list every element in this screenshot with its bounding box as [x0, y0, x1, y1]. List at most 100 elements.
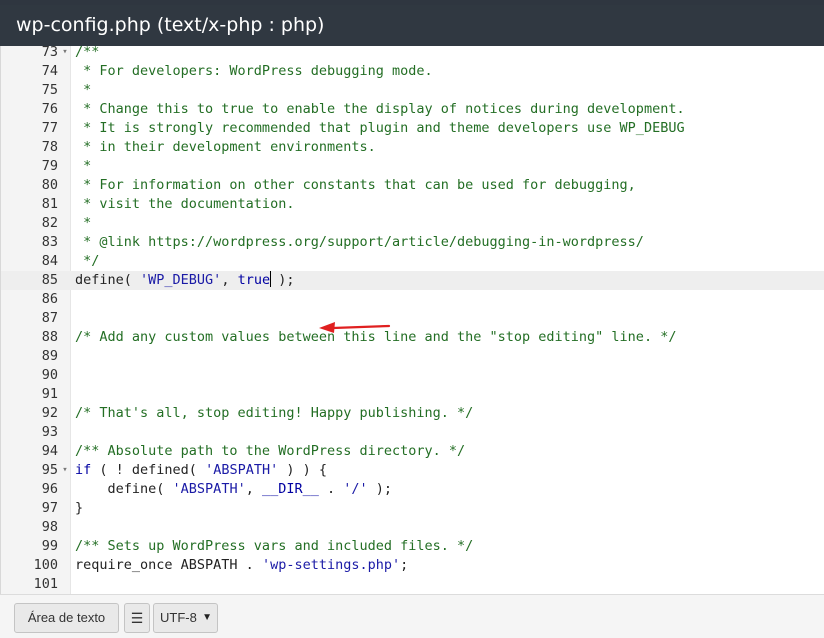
code-text: if ( ! defined( 'ABSPATH' ) ) {	[75, 461, 327, 480]
red-arrow-annotation	[319, 322, 391, 333]
code-text: * visit the documentation.	[75, 195, 294, 214]
code-token: *	[75, 82, 92, 98]
editor-footer-bar: Área de texto ☰ UTF-8 ▼	[0, 594, 824, 638]
code-line[interactable]: 86	[1, 290, 824, 309]
encoding-select[interactable]: UTF-8 ▼	[153, 603, 218, 633]
code-line[interactable]: 88/* Add any custom values between this …	[1, 328, 824, 347]
code-token: ,	[245, 481, 262, 497]
code-line[interactable]: 95 ▾ if ( ! defined( 'ABSPATH' ) ) {	[1, 461, 824, 480]
line-number: 100	[33, 557, 58, 573]
code-line[interactable]: 100 require_once ABSPATH . 'wp-settings.p…	[1, 556, 824, 575]
code-text: define( 'WP_DEBUG', true );	[75, 271, 294, 290]
line-number: 78	[41, 139, 58, 155]
code-token: /**	[75, 46, 100, 60]
code-line[interactable]: 80 * For information on other constants …	[1, 176, 824, 195]
code-token: ( ! defined(	[91, 462, 206, 478]
code-line[interactable]: 81 * visit the documentation.	[1, 195, 824, 214]
code-token: */	[75, 253, 100, 269]
code-text: *	[75, 81, 91, 100]
line-number: 73	[41, 46, 58, 60]
code-line[interactable]: 96 define( 'ABSPATH', __DIR__ . '/' );	[1, 480, 824, 499]
line-number: 74	[41, 63, 58, 79]
code-token: 'WP_DEBUG'	[140, 272, 222, 288]
line-number: 83	[41, 234, 58, 250]
code-token: '/'	[343, 481, 368, 497]
code-lines[interactable]: 73 ▾/** 74 * For developers: WordPress deb…	[1, 46, 824, 594]
code-token: }	[75, 500, 84, 516]
code-editor[interactable]: 73 ▾/** 74 * For developers: WordPress deb…	[0, 46, 824, 594]
code-token: *	[75, 215, 92, 231]
code-token: * It is strongly recommended that plugin…	[75, 120, 685, 136]
code-text: * For information on other constants tha…	[75, 176, 636, 195]
code-text: *	[75, 157, 91, 176]
code-line[interactable]: 78 * in their development environments.	[1, 138, 824, 157]
line-number: 80	[41, 177, 58, 193]
code-line[interactable]: 92 /* That's all, stop editing! Happy pub…	[1, 404, 824, 423]
code-line[interactable]: 97}	[1, 499, 824, 518]
sliders-icon[interactable]: ☰	[124, 603, 150, 633]
line-number: 95	[41, 462, 58, 478]
code-text: * Change this to true to enable the disp…	[75, 100, 685, 119]
code-token: ,	[221, 272, 238, 288]
line-number: 89	[41, 348, 58, 364]
line-number: 85	[41, 272, 58, 288]
code-token: if	[75, 462, 92, 478]
line-number: 98	[41, 519, 58, 535]
code-text: * @link https://wordpress.org/support/ar…	[75, 233, 644, 252]
code-line[interactable]: 75 *	[1, 81, 824, 100]
code-token: 'wp-settings.php'	[261, 557, 401, 573]
line-number: 96	[41, 481, 58, 497]
line-number: 82	[41, 215, 58, 231]
line-number: 92	[41, 405, 58, 421]
code-text: /* That's all, stop editing! Happy publi…	[75, 404, 473, 423]
code-text: * in their development environments.	[75, 138, 376, 157]
code-token: );	[367, 481, 393, 497]
line-number: 88	[41, 329, 58, 345]
fold-toggle-icon[interactable]: ▾	[60, 46, 70, 62]
code-text: * For developers: WordPress debugging mo…	[75, 62, 433, 81]
code-line[interactable]: 82 *	[1, 214, 824, 233]
code-token: /** Sets up WordPress vars and included …	[75, 538, 474, 554]
code-token: require_once ABSPATH .	[75, 557, 262, 573]
code-line[interactable]: 91	[1, 385, 824, 404]
code-line[interactable]: 99 /** Sets up WordPress vars and include…	[1, 537, 824, 556]
code-token: define(	[75, 481, 173, 497]
line-number: 90	[41, 367, 58, 383]
line-number: 94	[41, 443, 58, 459]
code-token: define(	[75, 272, 141, 288]
code-line[interactable]: 90	[1, 366, 824, 385]
code-line[interactable]: 98	[1, 518, 824, 537]
code-line[interactable]: 76 * Change this to true to enable the d…	[1, 100, 824, 119]
code-line[interactable]: 73 ▾ /**	[1, 46, 824, 62]
textarea-mode-button[interactable]: Área de texto	[14, 603, 119, 633]
line-number: 81	[41, 196, 58, 212]
line-number: 75	[41, 82, 58, 98]
code-line[interactable]: 83 * @link https://wordpress.org/support…	[1, 233, 824, 252]
code-line[interactable]: 84 */	[1, 252, 824, 271]
code-text: * It is strongly recommended that plugin…	[75, 119, 685, 138]
code-line[interactable]: 93	[1, 423, 824, 442]
code-token: * Change this to true to enable the disp…	[75, 101, 685, 117]
code-line[interactable]: 94 /** Absolute path to the WordPress dir…	[1, 442, 824, 461]
code-line[interactable]: 85 define( 'WP_DEBUG', true );	[1, 271, 824, 290]
line-number: 99	[41, 538, 58, 554]
code-line[interactable]: 89	[1, 347, 824, 366]
code-token: __DIR__	[261, 481, 319, 497]
code-token: * visit the documentation.	[75, 196, 295, 212]
code-line[interactable]: 74 * For developers: WordPress debugging…	[1, 62, 824, 81]
code-token: *	[75, 158, 92, 174]
line-number: 84	[41, 253, 58, 269]
line-number: 77	[41, 120, 58, 136]
code-line[interactable]: 77 * It is strongly recommended that plu…	[1, 119, 824, 138]
code-token: * For developers: WordPress debugging mo…	[75, 63, 433, 79]
code-line[interactable]: 101	[1, 575, 824, 594]
fold-toggle-icon[interactable]: ▾	[60, 461, 70, 480]
code-line[interactable]: 79 *	[1, 157, 824, 176]
code-text: *	[75, 214, 91, 233]
code-text: define( 'ABSPATH', __DIR__ . '/' );	[75, 480, 393, 499]
code-text: /** Absolute path to the WordPress direc…	[75, 442, 465, 461]
code-line[interactable]: 87	[1, 309, 824, 328]
code-token: );	[270, 272, 295, 288]
code-token: * in their development environments.	[75, 139, 376, 155]
code-token: 'ABSPATH'	[205, 462, 279, 478]
